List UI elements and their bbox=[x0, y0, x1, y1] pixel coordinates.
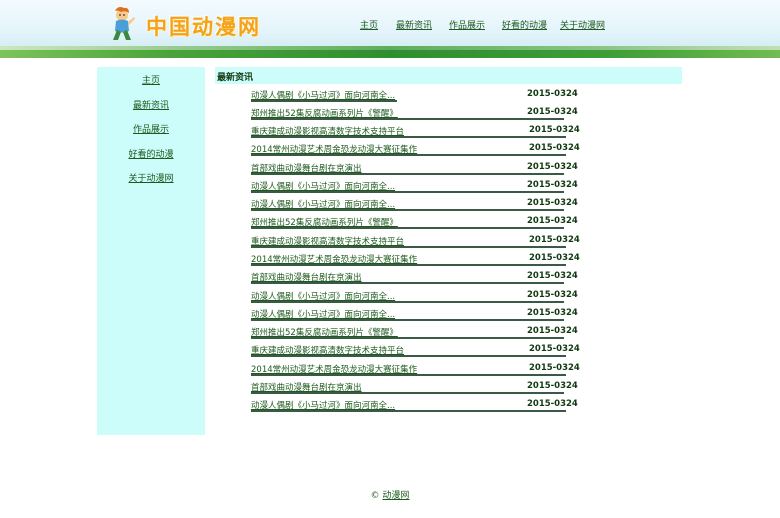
news-date: 2015-0324 bbox=[527, 162, 578, 172]
news-underline bbox=[251, 191, 564, 193]
news-underline bbox=[251, 118, 564, 120]
news-underline bbox=[251, 154, 566, 156]
news-underline bbox=[251, 209, 564, 211]
sidebar-item-works[interactable]: 作品展示 bbox=[97, 122, 205, 135]
sidebar: 主页 最新资讯 作品展示 好看的动漫 关于动漫网 bbox=[97, 67, 205, 435]
news-underline bbox=[251, 264, 566, 266]
news-underline bbox=[251, 282, 564, 284]
sidebar-item-recommended[interactable]: 好看的动漫 bbox=[97, 147, 205, 160]
news-underline bbox=[251, 337, 564, 339]
topnav-news-link[interactable]: 最新资讯 bbox=[396, 18, 432, 31]
topnav-about-link[interactable]: 关于动漫网 bbox=[560, 18, 605, 31]
topnav-works-link[interactable]: 作品展示 bbox=[449, 18, 485, 31]
news-underline bbox=[251, 246, 566, 248]
header-green-band bbox=[0, 46, 780, 58]
news-date: 2015-0324 bbox=[527, 381, 578, 391]
site-footer: © 动漫网 bbox=[0, 488, 780, 501]
news-underline bbox=[251, 392, 564, 394]
top-navigation: 主页 最新资讯 作品展示 好看的动漫 关于动漫网 bbox=[0, 18, 780, 32]
news-underline bbox=[251, 301, 564, 303]
news-date: 2015-0324 bbox=[527, 89, 578, 99]
news-date: 2015-0324 bbox=[529, 143, 580, 153]
news-date: 2015-0324 bbox=[527, 107, 578, 117]
topnav-recommended-link[interactable]: 好看的动漫 bbox=[502, 18, 547, 31]
section-title: 最新资讯 bbox=[217, 73, 254, 83]
site-header: 中国动漫网 主页 最新资讯 作品展示 好看的动漫 关于动漫网 bbox=[0, 0, 780, 58]
news-date: 2015-0324 bbox=[527, 290, 578, 300]
news-underline bbox=[251, 374, 566, 376]
news-date: 2015-0324 bbox=[527, 180, 578, 190]
news-underline bbox=[251, 410, 566, 412]
sidebar-item-about[interactable]: 关于动漫网 bbox=[97, 171, 205, 184]
news-date: 2015-0324 bbox=[529, 125, 580, 135]
news-underline bbox=[251, 319, 564, 321]
sidebar-item-news[interactable]: 最新资讯 bbox=[97, 98, 205, 111]
news-underline bbox=[251, 227, 564, 229]
news-underline bbox=[251, 100, 397, 102]
topnav-home-link[interactable]: 主页 bbox=[360, 18, 378, 31]
section-header: 最新资讯 bbox=[215, 67, 682, 84]
sidebar-item-home[interactable]: 主页 bbox=[97, 73, 205, 86]
news-underline bbox=[251, 136, 566, 138]
news-date: 2015-0324 bbox=[529, 235, 580, 245]
copyright-symbol: © bbox=[370, 491, 380, 501]
news-date: 2015-0324 bbox=[529, 363, 580, 373]
news-date: 2015-0324 bbox=[527, 308, 578, 318]
news-date: 2015-0324 bbox=[529, 344, 580, 354]
news-underline bbox=[251, 355, 566, 357]
news-date: 2015-0324 bbox=[527, 399, 578, 409]
footer-site-link[interactable]: 动漫网 bbox=[382, 491, 409, 501]
news-date: 2015-0324 bbox=[527, 198, 578, 208]
news-date: 2015-0324 bbox=[527, 271, 578, 281]
news-date: 2015-0324 bbox=[527, 326, 578, 336]
news-date: 2015-0324 bbox=[527, 216, 578, 226]
news-date: 2015-0324 bbox=[529, 253, 580, 263]
news-underline bbox=[251, 173, 564, 175]
